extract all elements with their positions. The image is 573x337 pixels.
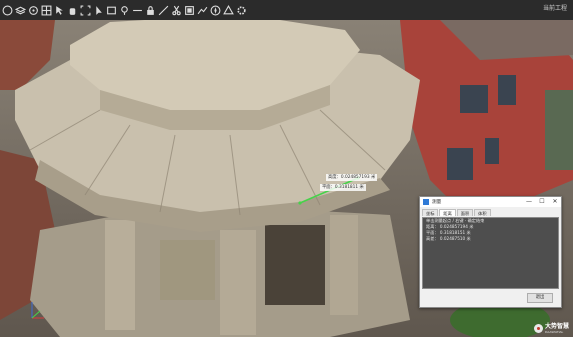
tab-volume[interactable]: 体积 [474, 209, 491, 216]
brand-name: 大势智慧 [544, 323, 569, 330]
project-title: 当前工程 [542, 5, 567, 12]
panel-line-height: 高差： 0.02487510 米 [426, 236, 471, 241]
frame-icon[interactable] [106, 5, 117, 16]
pointer-icon[interactable] [93, 5, 104, 16]
exit-button[interactable]: 退出 [527, 293, 553, 303]
brand-logo-icon [533, 324, 543, 333]
target-icon[interactable] [28, 5, 39, 16]
layers-icon[interactable] [15, 5, 26, 16]
globe-icon[interactable] [2, 5, 13, 16]
gear-icon[interactable] [236, 5, 247, 16]
compass-icon[interactable] [210, 5, 221, 16]
minus-icon[interactable] [132, 5, 143, 16]
dialog-tabs: 坐标 距离 面积 体积 [422, 209, 561, 216]
fullscreen-icon[interactable] [80, 5, 91, 16]
measure-label-plane: 平面：0.3181811 米 [320, 184, 366, 191]
dialog-title: 测量 [432, 200, 442, 205]
plot-icon[interactable] [197, 5, 208, 16]
tab-distance[interactable]: 距离 [439, 209, 456, 216]
hand-icon[interactable] [67, 5, 78, 16]
tab-area[interactable]: 面积 [456, 209, 474, 216]
dialog-titlebar[interactable]: 测量 — ☐ ✕ [420, 197, 561, 207]
close-button[interactable]: ✕ [549, 197, 561, 207]
maximize-button[interactable]: ☐ [536, 197, 548, 207]
app-icon [423, 199, 429, 205]
lamp-icon[interactable] [119, 5, 130, 16]
box-icon[interactable] [184, 5, 195, 16]
brand-logo: 大势智慧 DAASPATIAL [533, 323, 569, 334]
measure-label-height: 高度：0.024857193 米 [326, 174, 378, 181]
grid-icon[interactable] [41, 5, 52, 16]
minimize-button[interactable]: — [523, 197, 535, 207]
toolbar: 当前工程 [0, 0, 573, 20]
arrow-icon[interactable] [54, 5, 65, 16]
lock-icon[interactable] [145, 5, 156, 16]
measure-dialog: 测量 — ☐ ✕ 坐标 距离 面积 体积 单击测量起点 / 右键 · 确定结束 … [419, 196, 562, 308]
tab-coordinate[interactable]: 坐标 [422, 209, 439, 216]
measure-result-panel: 单击测量起点 / 右键 · 确定结束 距离： 0.024857194 米 平面：… [422, 217, 559, 289]
scissors-icon[interactable] [171, 5, 182, 16]
measure-icon[interactable] [158, 5, 169, 16]
shape-icon[interactable] [223, 4, 234, 16]
brand-sub: DAASPATIAL [544, 330, 564, 334]
